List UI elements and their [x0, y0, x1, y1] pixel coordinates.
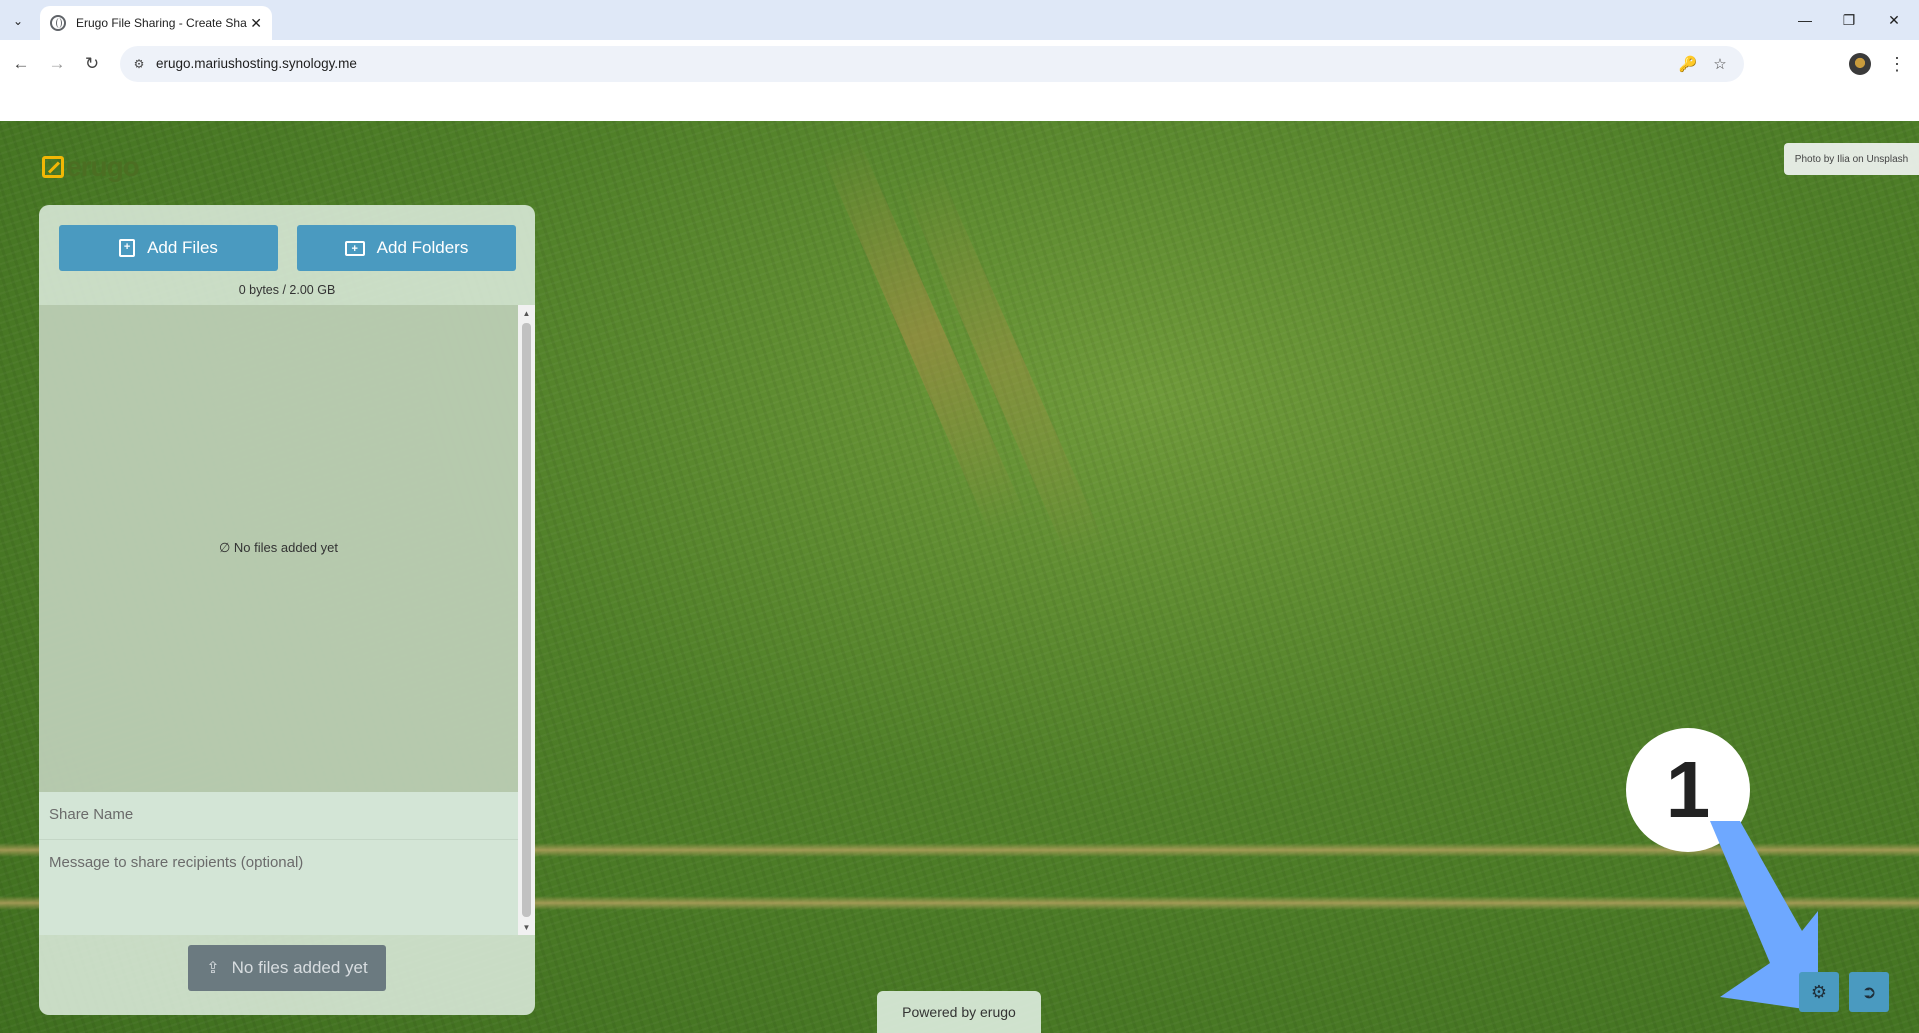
gear-icon: ⚙	[1810, 981, 1828, 1002]
browser-tab[interactable]: Erugo File Sharing - Create Sha ✕	[40, 6, 272, 40]
file-plus-icon: +	[119, 239, 136, 257]
window-close-icon[interactable]: ✕	[1879, 8, 1909, 32]
tab-close-icon[interactable]: ✕	[250, 15, 262, 32]
reload-icon[interactable]: ↻	[80, 52, 104, 76]
empty-file-list: ∅ No files added yet	[39, 540, 518, 556]
more-menu-icon[interactable]: ⋮	[1885, 52, 1909, 76]
tab-title: Erugo File Sharing - Create Sha	[76, 16, 247, 30]
scroll-up-icon[interactable]: ▲	[518, 305, 535, 321]
upload-icon: ⇪	[206, 960, 220, 977]
browser-toolbar: ← → ↻ ⚙ erugo.mariushosting.synology.me …	[0, 40, 1919, 88]
add-files-button[interactable]: + Add Files	[59, 225, 278, 271]
storage-usage: 0 bytes / 2.00 GB	[238, 283, 336, 297]
back-arrow-icon[interactable]: ←	[9, 52, 33, 76]
forward-arrow-icon[interactable]: →	[45, 52, 69, 76]
profile-avatar[interactable]	[1849, 53, 1871, 75]
empty-message: No files added yet	[233, 540, 338, 555]
erugo-logo[interactable]: erugo	[42, 151, 140, 183]
share-name-field[interactable]: Share Name	[39, 792, 518, 840]
file-dropzone[interactable]: ∅ No files added yet	[39, 305, 518, 792]
message-field[interactable]: Message to share recipients (optional)	[39, 840, 518, 935]
restore-icon[interactable]: ❐	[1834, 8, 1864, 32]
logout-button[interactable]: ➲	[1849, 972, 1889, 1012]
create-share-button[interactable]: ⇪ No files added yet	[188, 945, 386, 991]
add-folders-label: Add Folders	[376, 238, 469, 257]
browser-tab-bar: ⌄ Erugo File Sharing - Create Sha ✕ — ❐ …	[0, 0, 1919, 40]
minimize-icon[interactable]: —	[1790, 8, 1820, 32]
bookmark-star-icon[interactable]: ☆	[1710, 54, 1730, 74]
globe-icon	[50, 15, 66, 31]
logout-icon: ➲	[1861, 981, 1877, 1002]
tab-search-chevron-down-icon[interactable]: ⌄	[6, 9, 30, 33]
add-files-label: Add Files	[147, 238, 218, 257]
upload-panel: + Add Files + Add Folders 0 bytes / 2.00…	[39, 205, 535, 1015]
site-info-icon[interactable]: ⚙	[130, 55, 148, 73]
password-key-icon[interactable]: 🔑	[1678, 54, 1698, 74]
url-text[interactable]: erugo.mariushosting.synology.me	[156, 56, 357, 71]
scroll-down-icon[interactable]: ▼	[518, 919, 535, 935]
address-bar[interactable]: ⚙ erugo.mariushosting.synology.me 🔑 ☆	[120, 46, 1744, 82]
scrollbar-thumb[interactable]	[522, 323, 531, 917]
photo-credit[interactable]: Photo by Ilia on Unsplash	[1784, 143, 1919, 175]
powered-by-footer[interactable]: Powered by erugo	[877, 991, 1041, 1033]
settings-button[interactable]: ⚙	[1799, 972, 1839, 1012]
empty-set-icon: ∅	[218, 540, 234, 555]
folder-plus-icon: +	[344, 240, 365, 256]
create-share-label: No files added yet	[231, 958, 368, 977]
panel-scrollbar[interactable]: ▲ ▼	[518, 305, 535, 935]
logo-text: erugo	[66, 151, 140, 182]
erugo-logo-icon	[42, 156, 64, 178]
page-viewport: erugo Photo by Ilia on Unsplash + Add Fi…	[0, 121, 1919, 1033]
add-folders-button[interactable]: + Add Folders	[297, 225, 516, 271]
